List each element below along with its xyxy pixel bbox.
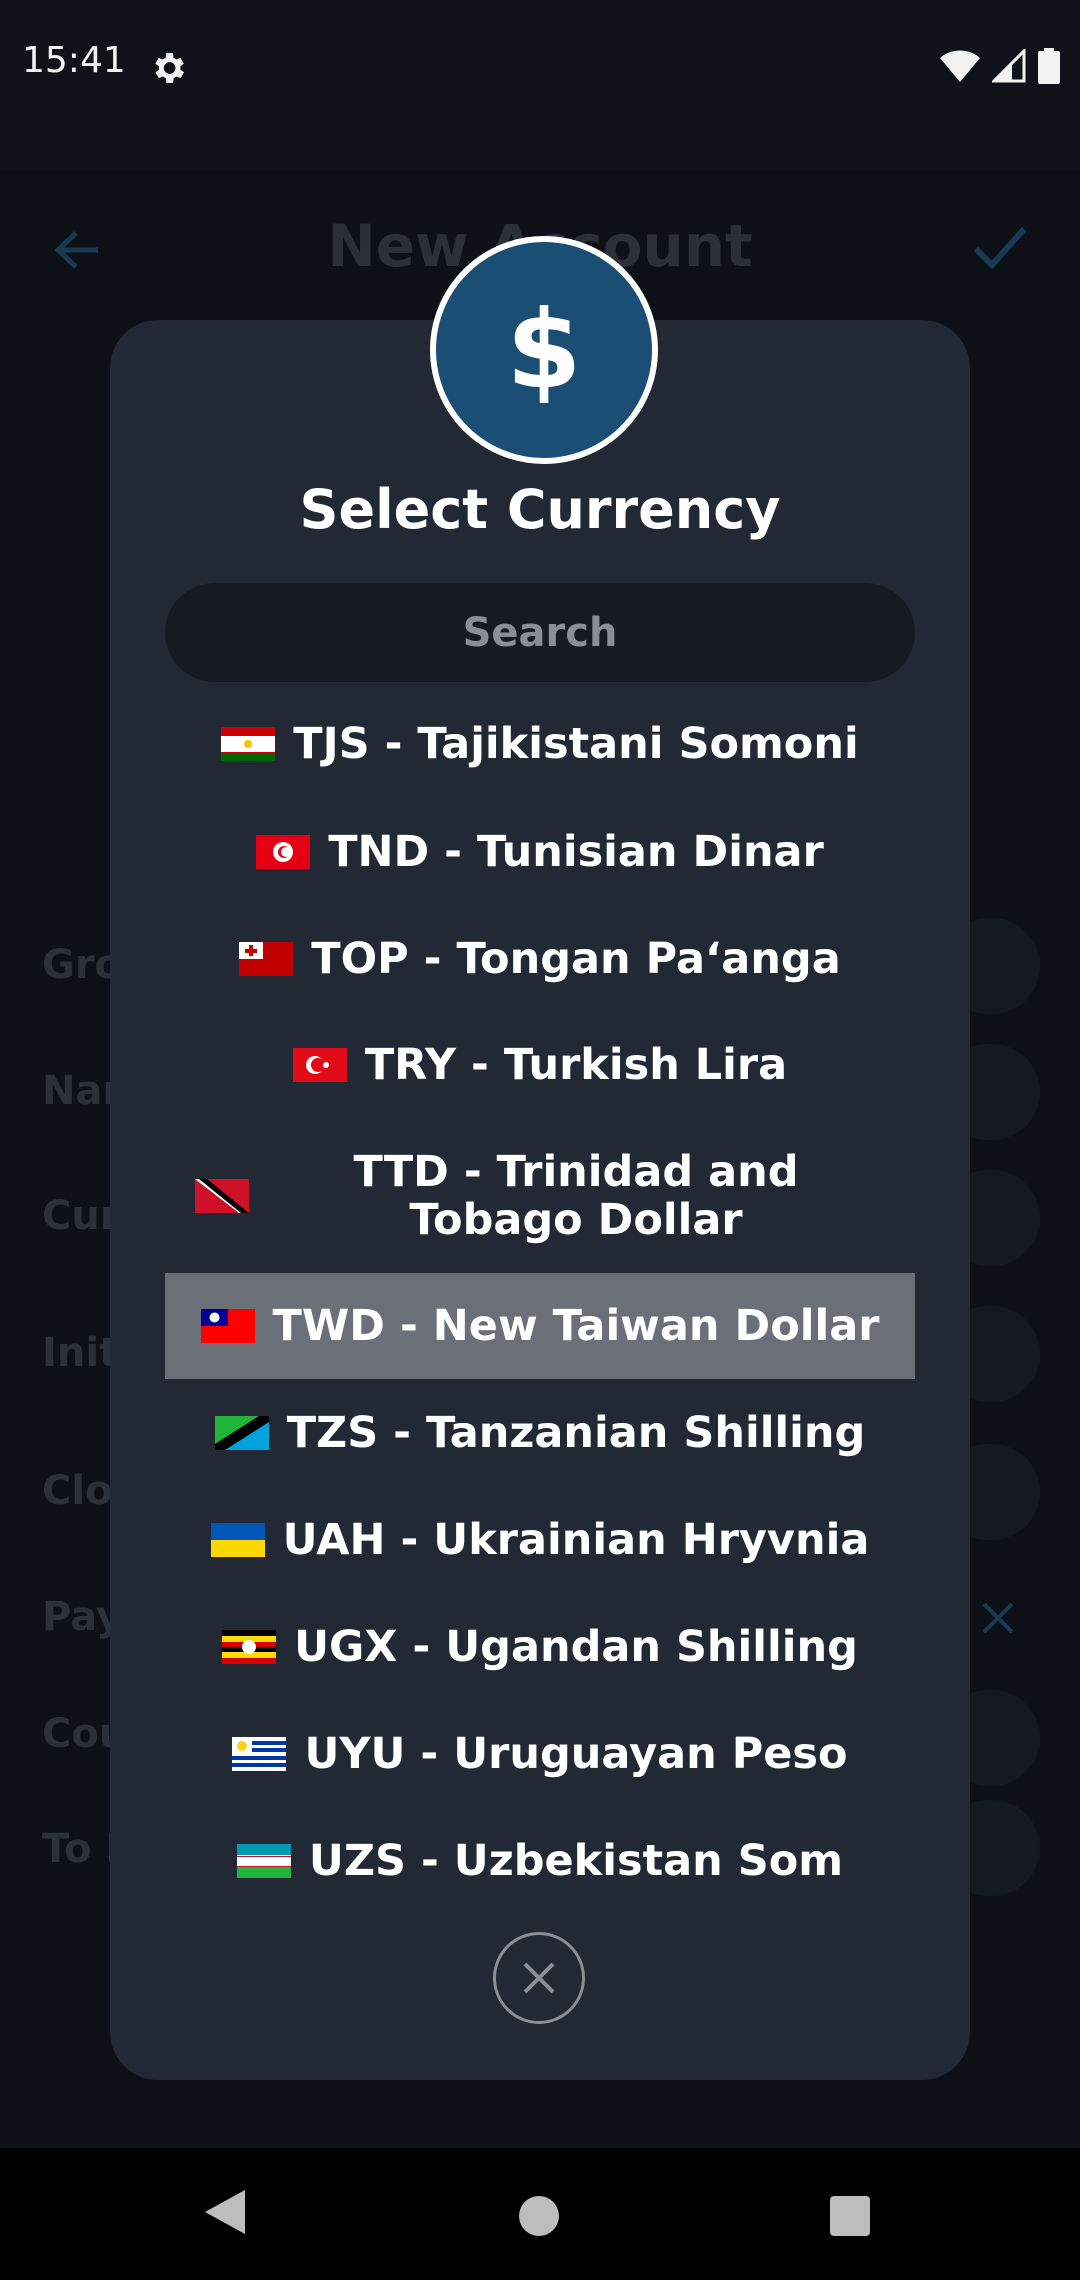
currency-item-label: TWD - New Taiwan Dollar [272,1301,880,1351]
flag-tn-icon [256,834,311,869]
currency-item-label: UAH - Ukrainian Hryvnia [282,1514,870,1565]
currency-item-uzs[interactable]: UZS - Uzbekistan Som [165,1807,915,1914]
currency-item-label: TND - Tunisian Dinar [328,826,824,877]
flag-to-icon [239,941,294,976]
battery-icon [1038,48,1060,84]
nav-back-icon[interactable] [205,2190,245,2234]
form-label-currency: Cur [42,1193,120,1239]
currency-item-tjs[interactable]: TJS - Tajikistani Somoni [165,690,915,798]
flag-tr-icon [292,1048,347,1082]
form-label-initial: Init [42,1330,119,1376]
currency-item-label: TRY - Turkish Lira [364,1040,788,1090]
status-bar: 15:41 [0,0,1080,135]
currency-list: TJS - Tajikistani Somoni TND - Tunisian … [165,690,915,1914]
currency-item-label: UYU - Uruguayan Peso [304,1728,848,1779]
flag-tz-icon [214,1415,269,1450]
status-time: 15:41 [22,40,126,81]
currency-item-twd[interactable]: TWD - New Taiwan Dollar [165,1273,915,1379]
currency-item-try[interactable]: TRY - Turkish Lira [165,1012,915,1118]
wifi-icon [940,50,980,82]
currency-item-label: TJS - Tajikistani Somoni [293,719,859,769]
clear-icon[interactable] [980,1600,1016,1636]
flag-uy-icon [232,1736,287,1771]
flag-ug-icon [222,1629,277,1664]
currency-item-label: UGX - Ugandan Shilling [294,1621,858,1672]
form-label-closing: Clo [42,1468,113,1514]
currency-item-label: UZS - Uzbekistan Som [308,1835,844,1886]
currency-item-top[interactable]: TOP - Tongan Paʻanga [165,905,915,1012]
currency-item-uyu[interactable]: UYU - Uruguayan Peso [165,1700,915,1807]
currency-item-label: TZS - Tanzanian Shilling [286,1407,866,1458]
nav-recents-icon[interactable] [830,2196,870,2236]
dialog-title: Select Currency [299,478,781,541]
currency-item-uah[interactable]: UAH - Ukrainian Hryvnia [165,1486,915,1593]
search-input[interactable] [165,583,915,682]
flag-tw-icon [200,1309,255,1343]
currency-item-tzs[interactable]: TZS - Tanzanian Shilling [165,1379,915,1486]
settings-gear-icon [155,53,184,83]
form-label-to: To I [42,1826,121,1872]
currency-item-tnd[interactable]: TND - Tunisian Dinar [165,798,915,905]
currency-item-ttd[interactable]: TTD - Trinidad and Tobago Dollar [165,1118,915,1273]
currency-item-label: TTD - Trinidad and Tobago Dollar [353,1146,799,1245]
flag-tt-icon [195,1178,249,1213]
flag-tj-icon [221,727,276,761]
flag-uz-icon [236,1843,291,1878]
close-dialog-button[interactable] [493,1932,585,2024]
flag-ua-icon [210,1522,265,1557]
confirm-check-icon[interactable] [972,223,1028,273]
dollar-icon: $ [506,287,582,413]
cell-signal-icon [992,49,1026,83]
currency-icon-badge: $ [430,236,658,464]
currency-item-ugx[interactable]: UGX - Ugandan Shilling [165,1593,915,1700]
nav-home-icon[interactable] [519,2196,559,2236]
currency-item-label: TOP - Tongan Paʻanga [311,933,841,984]
status-icons [940,46,1060,86]
close-icon [523,1962,555,1994]
